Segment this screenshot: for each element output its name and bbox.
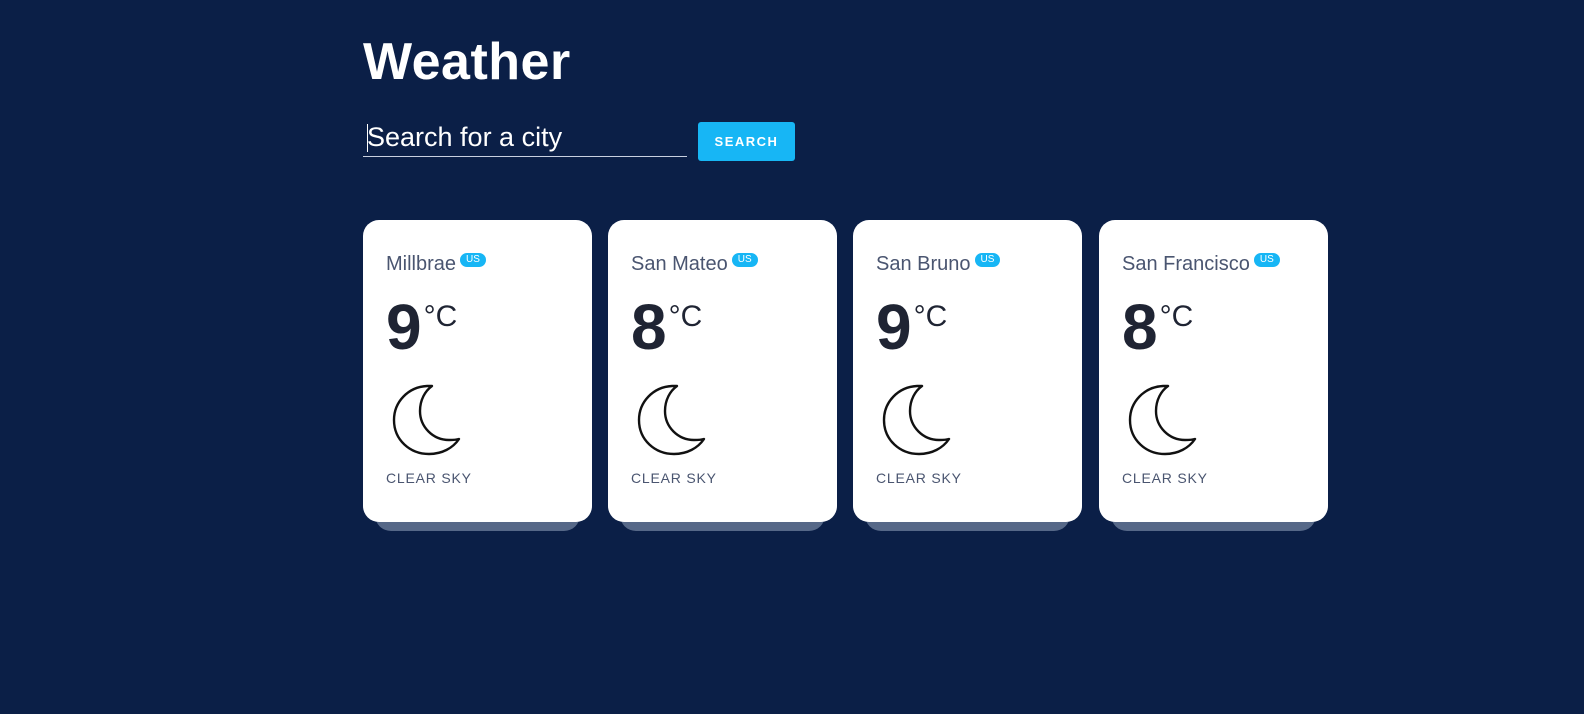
country-badge: US	[460, 252, 486, 267]
weather-condition: CLEAR SKY	[386, 470, 472, 486]
country-badge: US	[1253, 252, 1280, 267]
moon-icon	[392, 384, 461, 456]
moon-icon	[637, 384, 706, 456]
city-card[interactable]: San Bruno US 9°C CLEAR SKY	[853, 220, 1082, 522]
temperature-unit: °C	[1159, 300, 1194, 333]
moon-icon	[1128, 384, 1197, 456]
page-title: Weather	[363, 33, 571, 91]
temperature-unit: °C	[913, 300, 948, 333]
city-name: San Mateo	[631, 253, 728, 275]
temperature: 8°C	[631, 292, 702, 362]
search-button[interactable]: SEARCH	[698, 122, 795, 161]
city-card[interactable]: San Francisco US 8°C CLEAR SKY	[1099, 220, 1328, 522]
temperature: 9°C	[386, 292, 457, 362]
city-header: San Bruno US	[876, 252, 1001, 276]
temperature: 8°C	[1122, 292, 1193, 362]
city-name: San Francisco	[1122, 253, 1250, 275]
weather-condition: CLEAR SKY	[1122, 470, 1208, 486]
country-badge: US	[974, 252, 1001, 267]
temperature: 9°C	[876, 292, 947, 362]
temperature-unit: °C	[423, 300, 458, 333]
city-card-wrapper: Millbrae US 9°C CLEAR SKY	[363, 220, 592, 532]
temperature-unit: °C	[668, 300, 703, 333]
city-header: San Mateo US	[631, 252, 758, 276]
weather-condition: CLEAR SKY	[631, 470, 717, 486]
city-header: San Francisco US	[1122, 252, 1280, 276]
city-name: Millbrae	[386, 253, 457, 275]
city-card[interactable]: Millbrae US 9°C CLEAR SKY	[363, 220, 592, 522]
weather-condition: CLEAR SKY	[876, 470, 962, 486]
city-card-wrapper: San Francisco US 8°C CLEAR SKY	[1099, 220, 1328, 532]
city-header: Millbrae US	[386, 252, 486, 276]
city-card[interactable]: San Mateo US 8°C CLEAR SKY	[608, 220, 837, 522]
city-card-wrapper: San Mateo US 8°C CLEAR SKY	[608, 220, 837, 532]
temperature-value: 9	[386, 291, 422, 363]
city-name: San Bruno	[876, 253, 971, 275]
city-card-wrapper: San Bruno US 9°C CLEAR SKY	[853, 220, 1082, 532]
temperature-value: 8	[631, 291, 667, 363]
country-badge: US	[731, 252, 758, 267]
temperature-value: 9	[876, 291, 912, 363]
temperature-value: 8	[1122, 291, 1158, 363]
search-input[interactable]	[363, 118, 687, 157]
moon-icon	[882, 384, 951, 456]
text-caret	[367, 124, 368, 152]
city-cards-list: Millbrae US 9°C CLEAR SKY San Mateo US 8°C	[363, 220, 1343, 540]
